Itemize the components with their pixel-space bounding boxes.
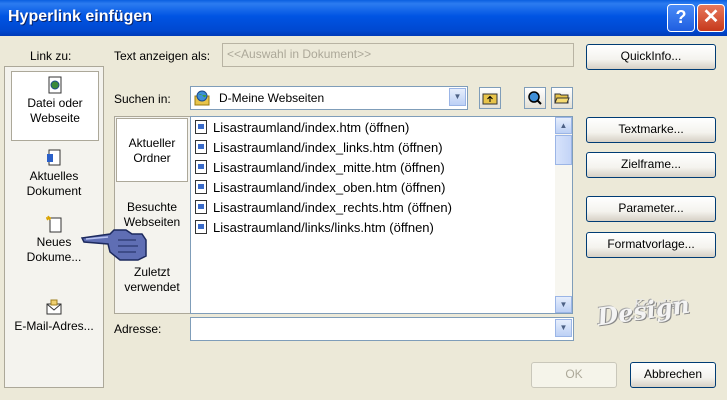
search-in-value: D-Meine Webseiten — [219, 91, 325, 105]
tab-label-line2: Ordner — [133, 151, 171, 165]
lookin-tabs: Aktueller Ordner Besuchte Webseiten Zule… — [114, 116, 190, 314]
html-file-icon — [195, 220, 207, 234]
list-item[interactable]: Lisastraumland/links/links.htm (öffnen) — [195, 218, 434, 238]
place-label-line1: E-Mail-Adres... — [14, 319, 94, 333]
place-label-line1: Neues — [36, 235, 72, 249]
ok-button[interactable]: OK — [531, 362, 617, 388]
address-input[interactable]: ▼ — [190, 317, 574, 341]
file-list[interactable]: Lisastraumland/index.htm (öffnen) Lisast… — [190, 116, 573, 314]
link-to-label: Link zu: — [30, 49, 72, 63]
dialog-title: Hyperlink einfügen — [8, 8, 153, 25]
html-file-icon — [195, 180, 207, 194]
tab-recent-files[interactable]: Zuletzt verwendet — [115, 265, 189, 299]
search-in-dropdown[interactable]: D-Meine Webseiten ▼ — [190, 86, 468, 110]
scroll-down-icon[interactable]: ▼ — [555, 296, 572, 313]
close-button[interactable]: ✕ — [697, 4, 725, 32]
tab-label-line1: Zuletzt — [133, 265, 170, 279]
link-to-current-document[interactable]: Aktuelles Dokument — [5, 149, 103, 203]
target-frame-button[interactable]: Zielframe... — [586, 152, 716, 178]
chevron-down-icon[interactable]: ▼ — [449, 88, 466, 106]
address-label: Adresse: — [114, 322, 162, 336]
tab-label-line2: verwendet — [124, 280, 180, 294]
vertical-scrollbar[interactable]: ▲ ▼ — [555, 117, 572, 313]
file-name: Lisastraumland/index_oben.htm (öffnen) — [213, 180, 446, 195]
tab-current-folder[interactable]: Aktueller Ordner — [116, 118, 188, 182]
tab-label-line1: Besuchte — [126, 200, 178, 214]
document-icon — [47, 149, 61, 166]
cancel-button[interactable]: Abbrechen — [630, 362, 716, 388]
link-to-email-address[interactable]: E-Mail-Adres... — [5, 299, 103, 339]
place-label-line2: Dokume... — [26, 250, 82, 264]
globe-folder-icon — [194, 90, 210, 106]
search-in-label: Suchen in: — [114, 92, 171, 106]
file-name: Lisastraumland/index_rechts.htm (öffnen) — [213, 200, 452, 215]
html-file-icon — [195, 140, 207, 154]
list-item[interactable]: Lisastraumland/index.htm (öffnen) — [195, 118, 409, 138]
file-name: Lisastraumland/index_links.htm (öffnen) — [213, 140, 443, 155]
open-folder-icon — [554, 93, 570, 104]
scroll-thumb[interactable] — [555, 135, 572, 165]
place-label-line2: Webseite — [30, 111, 80, 125]
file-name: Lisastraumland/index_mitte.htm (öffnen) — [213, 160, 445, 175]
web-page-icon — [48, 76, 62, 94]
help-button[interactable]: ? — [667, 4, 695, 32]
list-item[interactable]: Lisastraumland/index_mitte.htm (öffnen) — [195, 158, 445, 178]
up-folder-icon — [482, 93, 498, 105]
place-label-line2: Dokument — [26, 184, 82, 198]
list-item[interactable]: Lisastraumland/index_links.htm (öffnen) — [195, 138, 443, 158]
search-web-icon — [528, 91, 542, 105]
html-file-icon — [195, 160, 207, 174]
place-label-line1: Aktuelles — [29, 169, 79, 183]
list-item[interactable]: Lisastraumland/index_rechts.htm (öffnen) — [195, 198, 452, 218]
scroll-up-icon[interactable]: ▲ — [555, 117, 572, 134]
list-item[interactable]: Lisastraumland/index_oben.htm (öffnen) — [195, 178, 445, 198]
bookmark-button[interactable]: Textmarke... — [586, 117, 716, 143]
browse-web-button[interactable] — [524, 87, 546, 109]
hyperlink-dialog: Hyperlink einfügen ? ✕ Link zu: Datei od… — [0, 0, 727, 400]
pointing-hand-icon — [80, 229, 147, 261]
html-file-icon — [195, 200, 207, 214]
chevron-down-icon[interactable]: ▼ — [555, 319, 572, 337]
text-display-field[interactable]: <<Auswahl in Dokument>> — [222, 43, 574, 67]
watermark-logo: Design — [595, 289, 692, 332]
place-label-line1: Datei oder — [27, 96, 83, 110]
parameters-button[interactable]: Parameter... — [586, 196, 716, 222]
email-icon — [46, 299, 62, 315]
text-display-label: Text anzeigen als: — [114, 49, 211, 63]
link-to-file-or-webpage[interactable]: Datei oder Webseite — [11, 71, 99, 141]
file-name: Lisastraumland/links/links.htm (öffnen) — [213, 220, 434, 235]
new-document-icon — [46, 215, 62, 233]
up-one-folder-button[interactable] — [479, 87, 501, 109]
browse-file-button[interactable] — [551, 87, 573, 109]
tab-label-line1: Aktueller — [128, 136, 176, 150]
html-file-icon — [195, 120, 207, 134]
file-name: Lisastraumland/index.htm (öffnen) — [213, 120, 410, 135]
quickinfo-button[interactable]: QuickInfo... — [586, 44, 716, 70]
title-bar[interactable]: Hyperlink einfügen ? ✕ — [0, 0, 727, 36]
styles-button[interactable]: Formatvorlage... — [586, 232, 716, 258]
